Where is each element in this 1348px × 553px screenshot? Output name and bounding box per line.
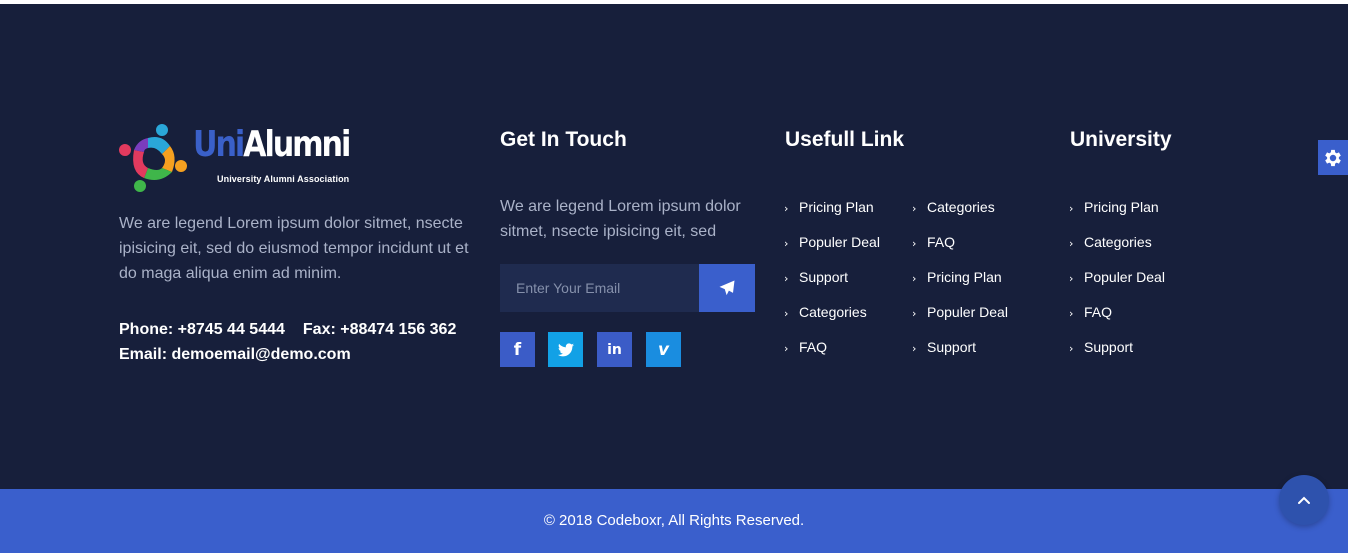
university-link[interactable]: › Populer Deal (1069, 265, 1165, 291)
copyright-bar: © 2018 Codeboxr, All Rights Reserved. (0, 489, 1348, 553)
chevron-right-icon: › (784, 237, 789, 250)
get-in-touch-title: Get In Touch (500, 128, 627, 151)
facebook-button[interactable]: f (500, 332, 535, 367)
useful-link[interactable]: › FAQ (912, 230, 955, 256)
useful-link[interactable]: › Support (912, 335, 976, 361)
back-to-top-button[interactable] (1279, 475, 1329, 525)
university-title: University (1070, 128, 1172, 151)
email-input[interactable] (500, 264, 699, 312)
chevron-right-icon: › (912, 237, 917, 250)
paper-plane-icon (719, 280, 735, 296)
newsletter-form (500, 264, 755, 312)
chevron-right-icon: › (912, 202, 917, 215)
university-link[interactable]: › FAQ (1069, 300, 1112, 326)
chevron-right-icon: › (1069, 237, 1074, 250)
chevron-right-icon: › (912, 307, 917, 320)
useful-link[interactable]: › Pricing Plan (912, 265, 1002, 291)
university-link[interactable]: › Support (1069, 335, 1133, 361)
fax-text: Fax: +88474 156 362 (302, 321, 457, 338)
settings-toggle-button[interactable] (1318, 140, 1348, 175)
brand-name-alumni: Alumni (243, 124, 351, 165)
phone-text: Phone: +8745 44 5444 (119, 321, 285, 338)
chevron-right-icon: › (912, 272, 917, 285)
chevron-right-icon: › (1069, 342, 1074, 355)
university-link[interactable]: › Pricing Plan (1069, 195, 1159, 221)
useful-link[interactable]: › Populer Deal (912, 300, 1008, 326)
email-text[interactable]: Email: demoemail@demo.com (119, 342, 456, 367)
chevron-right-icon: › (784, 202, 789, 215)
brand-name: UniAlumni (193, 124, 351, 165)
twitter-icon (557, 342, 574, 356)
university-link[interactable]: › Categories (1069, 230, 1152, 256)
useful-link[interactable]: › Populer Deal (784, 230, 880, 256)
chevron-right-icon: › (912, 342, 917, 355)
useful-link[interactable]: › FAQ (784, 335, 827, 361)
brand-tagline: University Alumni Association (217, 174, 350, 184)
vimeo-button[interactable]: v (646, 332, 681, 367)
chevron-right-icon: › (784, 272, 789, 285)
useful-link[interactable]: › Categories (784, 300, 867, 326)
about-text: We are legend Lorem ipsum dolor sitmet, … (119, 215, 469, 282)
vimeo-icon: v (657, 339, 670, 360)
brand-logo[interactable]: UniAlumni University Alumni Association (118, 122, 363, 194)
chevron-right-icon: › (1069, 307, 1074, 320)
chevron-up-icon (1298, 496, 1310, 504)
copyright-text: © 2018 Codeboxr, All Rights Reserved. (543, 512, 805, 529)
facebook-icon: f (513, 339, 522, 360)
gear-icon (1325, 149, 1341, 166)
linkedin-icon: in (607, 341, 622, 358)
useful-link[interactable]: › Support (784, 265, 848, 291)
chevron-right-icon: › (784, 307, 789, 320)
linkedin-button[interactable]: in (597, 332, 632, 367)
chevron-right-icon: › (784, 342, 789, 355)
chevron-right-icon: › (1069, 272, 1074, 285)
people-logo-icon (119, 124, 187, 192)
brand-name-uni: Uni (193, 124, 245, 165)
twitter-button[interactable] (548, 332, 583, 367)
useful-link[interactable]: › Categories (912, 195, 995, 221)
send-button[interactable] (699, 264, 755, 312)
chevron-right-icon: › (1069, 202, 1074, 215)
useful-links-title: Usefull Link (785, 128, 905, 151)
useful-link[interactable]: › Pricing Plan (784, 195, 874, 221)
contact-info: Phone: +8745 44 5444 Fax: +88474 156 362 … (119, 317, 456, 367)
get-in-touch-text: We are legend Lorem ipsum dolor sitmet, … (500, 198, 741, 240)
